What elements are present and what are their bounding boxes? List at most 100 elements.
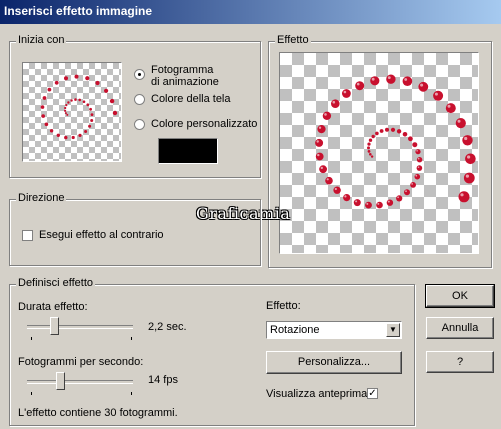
ok-button-label: OK [452,290,468,302]
spiral-dot [64,106,67,110]
define-effect-group: Definisci effetto Durata effetto: 2,2 se… [9,277,415,426]
spiral-dot [70,99,73,102]
effect-type-label: Effetto: [266,300,301,312]
effect-preview-canvas [279,52,479,254]
cancel-button-label: Annulla [441,322,479,334]
spiral-dot [64,112,67,115]
spiral-dot [367,150,371,153]
help-button[interactable]: ? [426,351,494,373]
preview-toggle-label[interactable]: Visualizza anteprima [266,388,367,400]
customize-button-label: Personalizza... [297,356,371,368]
custom-color-swatch[interactable] [158,138,218,164]
customize-button[interactable]: Personalizza... [266,351,402,374]
define-effect-label: Definisci effetto [16,277,96,289]
spiral-dot-highlight [343,90,347,94]
spiral-dot [390,127,396,132]
spiral-dot [367,146,370,150]
spiral-dot [325,176,333,185]
spiral-dot [315,138,324,147]
spiral-dot [343,194,351,202]
spiral-dot [112,110,118,116]
spiral-dot [342,89,351,98]
spiral-dot-highlight [344,195,347,198]
spiral-dot [416,157,423,163]
spiral-dot [385,127,389,132]
spiral-dot-highlight [324,113,327,116]
spiral-dot-highlight [434,92,438,96]
duration-tick [31,337,32,340]
spiral-dot [465,153,476,165]
spiral-dot-highlight [371,77,375,81]
spiral-dot [315,152,324,161]
spiral-dot [410,182,416,188]
radio-canvas-color[interactable] [134,94,145,105]
spiral-dot [65,104,68,107]
spiral-dot [333,186,341,194]
spiral-dot [64,109,67,112]
spiral-dot [40,105,45,109]
spiral-dot [367,142,371,146]
option-line-1: Fotogramma [151,64,214,76]
spiral-dot [353,199,361,207]
spiral-dot [84,130,88,133]
ok-button[interactable]: OK [425,284,495,308]
direction-group: Direzione Esegui effetto al contrario [9,192,261,266]
radio-animation-frame-label[interactable]: Fotogramma di animazione [151,64,219,88]
duration-slider-thumb[interactable] [50,317,59,335]
spiral-dot [462,135,473,146]
title-bar: Inserisci effetto immagine [0,0,501,24]
spiral-dot [415,149,421,155]
spiral-dot-highlight [397,196,399,199]
spiral-dot [64,135,68,140]
spiral-dot [355,81,365,91]
spiral-dot-highlight [316,140,319,143]
duration-value: 2,2 sec. [148,321,187,333]
spiral-dot-highlight [317,153,320,157]
spiral-dot [416,165,423,171]
spiral-dot [78,98,81,102]
reverse-effect-label[interactable]: Esegui effetto al contrario [39,229,164,241]
spiral-dot [89,107,92,111]
fps-value: 14 fps [148,374,178,386]
spiral-dot [47,87,52,92]
duration-label: Durata effetto: [18,301,88,313]
spiral-dot-highlight [417,166,420,168]
spiral-dot [41,114,45,118]
duration-slider-track[interactable] [27,325,133,329]
radio-canvas-color-label[interactable]: Colore della tela [151,93,231,105]
spiral-dot [44,122,49,127]
spiral-dot [104,88,109,93]
spiral-dot [74,98,77,101]
spiral-dot [371,134,375,139]
spiral-dot [379,129,384,133]
direction-group-label: Direzione [16,192,67,204]
spiral-dot [370,155,374,158]
effect-preview-group: Effetto [268,34,492,268]
large-spiral-graphic [315,74,476,209]
spiral-dot [375,131,379,136]
spiral-dot [66,113,69,116]
fps-slider-thumb[interactable] [56,372,65,390]
spiral-dot [54,80,59,85]
spiral-dot-highlight [404,78,408,81]
spiral-dot [86,103,90,107]
preview-toggle-checkbox[interactable]: ✓ [367,388,378,399]
reverse-effect-checkbox[interactable] [22,230,33,241]
radio-custom-color-label[interactable]: Colore personalizzato [151,118,257,130]
effect-preview-label: Effetto [275,34,311,46]
effect-type-select[interactable]: Rotazione ▼ [266,321,402,339]
spiral-dot-highlight [334,187,337,191]
spiral-dot [396,195,403,202]
spiral-dot-highlight [417,157,420,160]
radio-animation-frame[interactable] [134,69,145,80]
fps-slider-track[interactable] [27,380,133,384]
spiral-dot [402,76,413,86]
spiral-dot [95,80,100,86]
spiral-dot-highlight [447,104,451,108]
spiral-dot [71,135,75,140]
option-line-2: di animazione [151,76,219,88]
spiral-dot [408,136,413,142]
cancel-button[interactable]: Annulla [426,317,494,339]
chevron-down-icon[interactable]: ▼ [386,323,400,337]
radio-custom-color[interactable] [134,119,145,130]
